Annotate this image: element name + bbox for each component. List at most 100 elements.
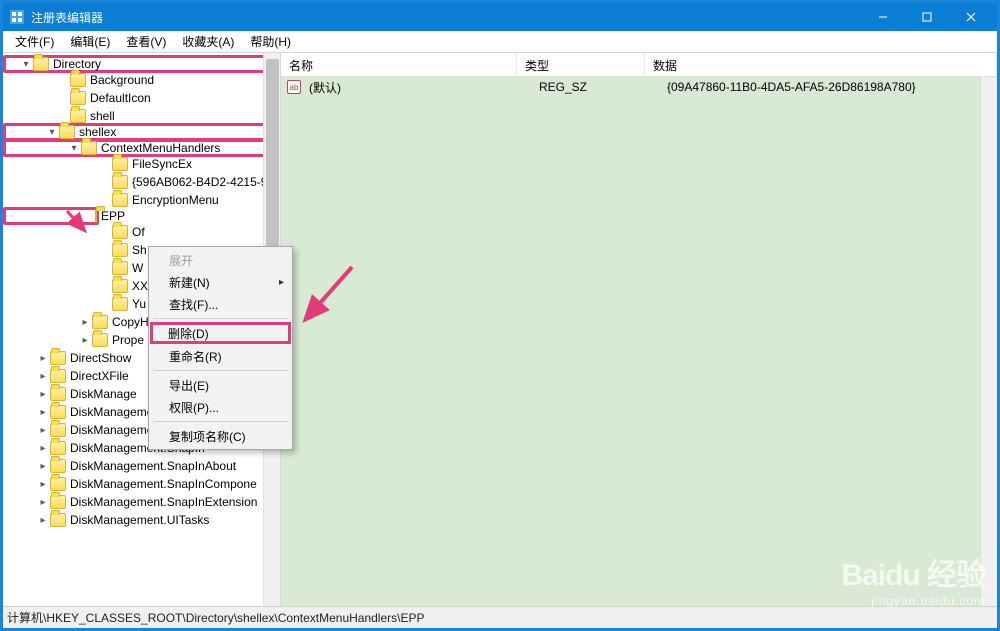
context-copykeyname[interactable]: 复制项名称(C) [151,425,290,447]
folder-icon [112,279,128,293]
twisty-icon[interactable] [68,142,80,154]
title-bar: 注册表编辑器 [3,3,997,31]
column-type[interactable]: 类型 [517,53,645,76]
context-rename[interactable]: 重命名(R) [151,345,290,367]
twisty-icon[interactable] [37,460,49,472]
twisty-icon[interactable] [37,478,49,490]
menu-bar: 文件(F) 编辑(E) 查看(V) 收藏夹(A) 帮助(H) [3,31,997,53]
list-header: 名称 类型 数据 [281,53,997,77]
context-expand: 展开 [151,249,290,271]
folder-icon [70,91,86,105]
window-title: 注册表编辑器 [31,9,861,26]
node-label: DirectXFile [70,369,129,383]
node-label: Yu [132,297,146,311]
twisty-icon[interactable] [37,388,49,400]
list-row[interactable]: ab (默认) REG_SZ {09A47860-11B0-4DA5-AFA5-… [281,77,997,97]
twisty-icon[interactable] [37,352,49,364]
node-label: FileSyncEx [132,157,192,171]
column-data[interactable]: 数据 [645,53,997,76]
twisty-icon[interactable] [37,424,49,436]
folder-icon [112,175,128,189]
folder-icon [50,441,66,455]
folder-icon [50,405,66,419]
folder-icon [33,57,49,71]
node-label: Prope [112,333,144,347]
context-separator [153,421,288,422]
folder-icon [50,387,66,401]
folder-icon [50,495,66,509]
context-export[interactable]: 导出(E) [151,374,290,396]
context-delete[interactable]: 删除(D) [150,322,291,344]
node-label: ContextMenuHandlers [101,141,220,155]
node-label: DiskManagement.SnapInExtension [70,495,257,509]
node-label: W [132,261,143,275]
folder-icon [50,369,66,383]
twisty-icon[interactable] [37,514,49,526]
tree-node-defaulticon[interactable]: DefaultIcon [3,89,280,107]
folder-icon [50,423,66,437]
status-path: 计算机\HKEY_CLASSES_ROOT\Directory\shellex\… [7,609,425,626]
folder-icon [50,459,66,473]
context-new[interactable]: 新建(N) [151,271,290,293]
tree-node-diskmanagement-snapinabout[interactable]: DiskManagement.SnapInAbout [3,457,280,475]
cell-name: (默认) [305,79,535,96]
minimize-button[interactable] [861,3,905,31]
menu-edit[interactable]: 编辑(E) [62,31,118,52]
cell-data: {09A47860-11B0-4DA5-AFA5-26D86198A780} [663,80,997,94]
menu-favorites[interactable]: 收藏夹(A) [174,31,242,52]
twisty-icon[interactable] [37,406,49,418]
folder-icon [92,315,108,329]
folder-icon [92,333,108,347]
folder-icon [50,351,66,365]
twisty-icon[interactable] [79,334,91,346]
window-buttons [861,3,993,31]
node-label: DefaultIcon [90,91,151,105]
context-find[interactable]: 查找(F)... [151,293,290,315]
list-pane: 名称 类型 数据 ab (默认) REG_SZ {09A47860-11B0-4… [281,53,997,606]
node-label: DiskManagement.SnapInAbout [70,459,236,473]
folder-icon [50,477,66,491]
node-label: DirectShow [70,351,131,365]
node-label: XX [132,279,148,293]
folder-icon [95,209,97,223]
menu-view[interactable]: 查看(V) [118,31,174,52]
tree-node-background[interactable]: Background [3,71,280,89]
twisty-icon[interactable] [20,58,32,70]
regedit-icon [9,9,25,25]
twisty-icon[interactable] [79,316,91,328]
node-label: DiskManagement.UITasks [70,513,209,527]
twisty-icon[interactable] [37,370,49,382]
node-label: Sh [132,243,147,257]
tree-node-of[interactable]: Of [3,223,280,241]
menu-help[interactable]: 帮助(H) [242,31,299,52]
status-bar: 计算机\HKEY_CLASSES_ROOT\Directory\shellex\… [3,606,997,628]
twisty-icon[interactable] [37,442,49,454]
folder-icon [70,73,86,87]
tree-node-diskmanagement-snapincomponent[interactable]: DiskManagement.SnapInCompone [3,475,280,493]
folder-icon [81,141,97,155]
context-menu: 展开 新建(N) 查找(F)... 删除(D) 重命名(R) 导出(E) 权限(… [148,246,293,450]
tree-node-diskmanagement-snapinextension[interactable]: DiskManagement.SnapInExtension [3,493,280,511]
node-label: Background [90,73,154,87]
context-separator [153,370,288,371]
folder-icon [112,157,128,171]
tree-node-guid[interactable]: {596AB062-B4D2-4215-9 [3,173,280,191]
tree-node-filesyncex[interactable]: FileSyncEx [3,155,280,173]
folder-icon [112,297,128,311]
list-scrollbar[interactable] [980,77,997,606]
column-name[interactable]: 名称 [281,53,517,76]
cell-type: REG_SZ [535,80,663,94]
folder-icon [112,193,128,207]
twisty-icon[interactable] [37,496,49,508]
close-button[interactable] [949,3,993,31]
node-label: Of [132,225,145,239]
menu-file[interactable]: 文件(F) [7,31,62,52]
maximize-button[interactable] [905,3,949,31]
tree-node-diskmanagement-uitasks[interactable]: DiskManagement.UITasks [3,511,280,529]
scrollbar-thumb[interactable] [266,59,279,259]
folder-icon [112,243,128,257]
context-permissions[interactable]: 权限(P)... [151,396,290,418]
twisty-icon[interactable] [46,126,58,138]
folder-icon [112,261,128,275]
node-label: DiskManage [70,387,137,401]
